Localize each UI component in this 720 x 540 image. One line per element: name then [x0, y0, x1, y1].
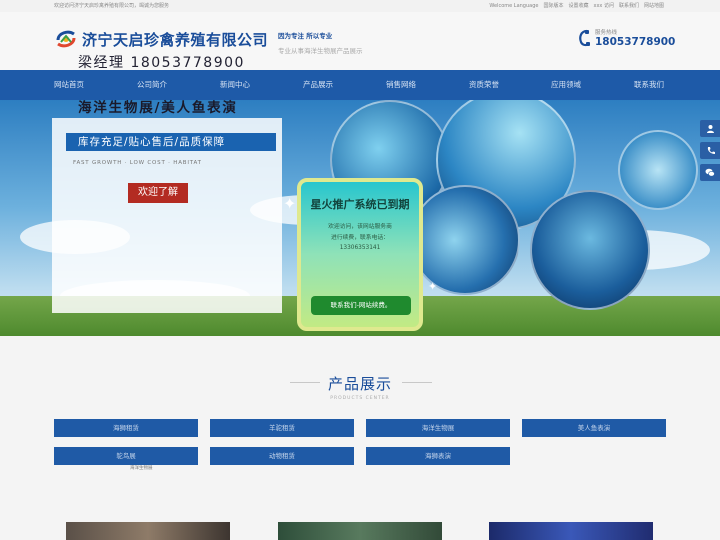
sparkle-icon: ✦ [283, 194, 297, 213]
logo-icon [54, 28, 78, 50]
top-link[interactable]: 国际版本 [543, 0, 563, 12]
products-title: 产品展示 [327, 375, 392, 393]
header-slogan: 因为专注 所以专业 专业从事海洋生物展产品展示 [278, 30, 363, 55]
banner-headline: 海洋生物展/美人鱼表演 [78, 100, 238, 116]
user-icon [706, 125, 714, 133]
expiry-popup: 星火推广系统已到期 欢迎访问，该网站服务商 进行续费，联系电话： 1330635… [297, 178, 423, 331]
popup-body-line: 欢迎访问，该网站服务商 [328, 224, 392, 230]
popup-phone: 13306353141 [339, 245, 381, 251]
products-subtitle: PRODUCTS CENTER [330, 396, 390, 401]
banner-english-text: FAST GROWTH · LOW COST · HABITAT [73, 160, 202, 166]
slogan-sub: 专业从事海洋生物展产品展示 [278, 47, 363, 55]
company-logo[interactable]: 济宁天启珍禽养殖有限公司 [54, 28, 268, 50]
top-link[interactable]: Welcome Language [489, 0, 538, 12]
category-button[interactable]: 鸵鸟展 [54, 447, 198, 465]
category-button[interactable]: 海洋生物展 [366, 419, 510, 437]
slogan-main: 因为专注 所以专业 [278, 32, 333, 40]
product-thumbnail[interactable] [66, 522, 230, 540]
top-utility-bar: 欢迎访问济宁天启珍禽养殖有限公司，竭诚为您服务 Welcome Language… [0, 0, 720, 12]
category-button[interactable]: 美人鱼表演 [522, 419, 666, 437]
popup-body-line: 进行续费，联系电话： [331, 234, 389, 241]
wechat-icon [705, 168, 715, 177]
nav-item-products[interactable]: 产品展示 [303, 70, 333, 100]
category-button[interactable]: 海狮表演 [366, 447, 510, 465]
nav-item-applications[interactable]: 应用领域 [551, 70, 581, 100]
side-float-user[interactable] [700, 120, 720, 137]
banner-photo-circle [530, 190, 650, 310]
top-links: Welcome Language 国际版本 设置收藏 xxx 访问 联系我们 网… [489, 0, 664, 12]
banner-photo-circle [410, 185, 520, 295]
side-float-phone[interactable] [700, 142, 720, 159]
hotline-label: 服务热线 [595, 30, 618, 36]
renew-contact-button[interactable]: 联系我们-网站续费。 [311, 296, 411, 315]
hotline-number: 18053778900 [595, 36, 676, 48]
banner-manager-contact: 梁经理 18053778900 [78, 55, 245, 71]
banner-photo-circle [618, 130, 698, 210]
top-link[interactable]: xxx 访问 [594, 0, 614, 12]
nav-item-contact[interactable]: 联系我们 [634, 70, 664, 100]
thumb-caption: 海洋生物展 [130, 466, 153, 471]
top-link[interactable]: 联系我们 [619, 0, 639, 12]
title-divider [402, 382, 432, 383]
category-button[interactable]: 海狮租赁 [54, 419, 198, 437]
product-thumbnail[interactable] [489, 522, 653, 540]
company-name: 济宁天启珍禽养殖有限公司 [82, 30, 269, 49]
learn-more-button[interactable]: 欢迎了解 [128, 183, 188, 203]
nav-item-sales[interactable]: 销售网络 [386, 70, 416, 100]
product-thumbnail[interactable] [278, 522, 442, 540]
top-link[interactable]: 设置收藏 [568, 0, 588, 12]
banner-features: 库存充足/贴心售后/品质保障 [66, 133, 276, 151]
top-link[interactable]: 网站地图 [644, 0, 664, 12]
sparkle-icon: ✦ [428, 280, 438, 293]
welcome-text: 欢迎访问济宁天启珍禽养殖有限公司，竭诚为您服务 [54, 3, 170, 9]
nav-item-honors[interactable]: 资质荣誉 [469, 70, 499, 100]
popup-body: 欢迎访问，该网站服务商 进行续费，联系电话： 13306353141 [309, 222, 411, 254]
popup-title: 星火推广系统已到期 [310, 198, 410, 211]
hotline: 服务热线 18053778900 [577, 28, 675, 48]
category-button[interactable]: 羊驼租赁 [210, 419, 354, 437]
category-button[interactable]: 动物租赁 [210, 447, 354, 465]
phone-icon [579, 29, 590, 47]
side-float-wechat[interactable] [700, 164, 720, 181]
phone-icon [707, 147, 715, 154]
